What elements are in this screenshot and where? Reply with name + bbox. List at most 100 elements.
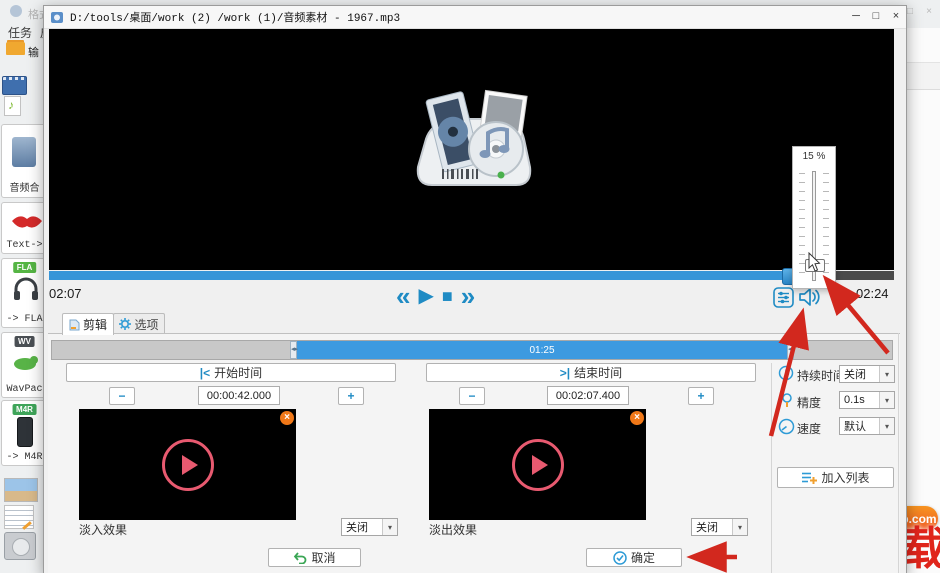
speed-dropdown[interactable]: 默认 ▾ — [839, 417, 895, 435]
duration-value: 关闭 — [840, 366, 879, 382]
play-icon[interactable]: ▶ — [418, 284, 433, 308]
precision-value: 0.1s — [840, 394, 879, 406]
add-to-list-button[interactable]: 加入列表 — [777, 467, 894, 488]
menu-item-tasks[interactable]: 任务 — [8, 24, 32, 41]
fade-in-preview[interactable]: × — [79, 409, 296, 520]
seek-bar-fill — [49, 271, 787, 280]
fade-in-play-icon[interactable] — [162, 439, 214, 491]
fade-in-value: 关闭 — [342, 519, 382, 535]
speed-label: 速度 — [797, 420, 821, 437]
seek-bar[interactable] — [49, 271, 894, 280]
ok-button[interactable]: 确定 — [586, 548, 682, 567]
dropdown-arrow-icon[interactable]: ▾ — [382, 519, 397, 535]
undo-icon — [293, 551, 307, 564]
volume-popup: 15 % — [792, 146, 836, 289]
background-close-icon[interactable]: × — [922, 6, 936, 17]
audio-join-icon — [12, 137, 36, 167]
volume-slider-thumb[interactable] — [805, 259, 825, 272]
set-start-time-label: 开始时间 — [214, 364, 262, 381]
sidebar-card-label: WavPac — [2, 384, 47, 395]
dropdown-arrow-icon[interactable]: ▾ — [732, 519, 747, 535]
flac-badge: FLA — [13, 262, 37, 273]
document-tool-icon[interactable] — [4, 505, 34, 529]
output-folder-label: 输 — [28, 44, 39, 60]
sidebar-card-audio-join[interactable]: 音频合 — [1, 124, 48, 198]
transport-controls: « ▶ ■ » — [396, 284, 475, 308]
wv-badge: WV — [14, 336, 35, 347]
tab-clip[interactable]: 剪辑 — [62, 313, 114, 335]
fade-out-value: 关闭 — [692, 519, 732, 535]
mixer-icon[interactable] — [773, 287, 794, 308]
cancel-button[interactable]: 取消 — [268, 548, 361, 567]
sidebar-card-to-m4r[interactable]: M4R -> M4R — [1, 400, 48, 466]
speaker-icon[interactable] — [798, 286, 821, 308]
bird-icon — [12, 355, 38, 371]
start-time-minus-button[interactable]: − — [109, 387, 135, 405]
dropdown-arrow-icon[interactable]: ▾ — [879, 366, 894, 382]
range-timeline[interactable]: 01:25 ◂▸ ◂▸ — [51, 340, 893, 360]
dialog-title: D:/tools/桌面/work (2) /work (1)/音频素材 - 19… — [70, 9, 400, 25]
fade-out-dropdown[interactable]: 关闭 ▾ — [691, 518, 748, 536]
duration-dropdown[interactable]: 关闭 ▾ — [839, 365, 895, 383]
dialog-titlebar[interactable]: D:/tools/桌面/work (2) /work (1)/音频素材 - 19… — [44, 6, 906, 29]
sidebar-card-label: Text-> — [2, 240, 47, 251]
fade-in-dropdown[interactable]: 关闭 ▾ — [341, 518, 398, 536]
dropdown-arrow-icon[interactable]: ▾ — [879, 392, 894, 408]
timeline-selection[interactable]: 01:25 — [297, 341, 787, 359]
audio-note-icon[interactable]: ♪ — [4, 96, 21, 116]
forward-icon[interactable]: » — [461, 284, 475, 308]
rewind-icon[interactable]: « — [396, 284, 410, 308]
picture-tool-icon[interactable] — [4, 478, 38, 502]
content-right-edge — [898, 333, 899, 573]
dropdown-arrow-icon[interactable]: ▾ — [879, 418, 894, 434]
headphones-icon — [13, 277, 39, 301]
end-time-plus-button[interactable]: + — [688, 387, 714, 405]
add-to-list-icon — [801, 471, 817, 485]
fade-in-label: 淡入效果 — [79, 521, 127, 538]
timeline-end-handle[interactable]: ◂▸ — [787, 341, 794, 359]
sidebar-card-text-to-speech[interactable]: Text-> — [1, 202, 48, 254]
sidebar-card-label: 音频合 — [2, 179, 47, 195]
fade-out-close-icon[interactable]: × — [630, 411, 644, 425]
jump-start-icon: |< — [200, 366, 210, 380]
start-time-input[interactable]: 00:00:42.000 — [198, 386, 280, 405]
sidebar-card-wavpack[interactable]: WV WavPac — [1, 332, 48, 398]
end-time-input[interactable]: 00:02:07.400 — [547, 386, 629, 405]
fade-out-preview[interactable]: × — [429, 409, 646, 520]
disc-tool-icon[interactable] — [4, 532, 36, 560]
elapsed-time: 02:07 — [49, 286, 82, 301]
minimize-icon[interactable]: ─ — [846, 9, 866, 25]
end-time-minus-button[interactable]: − — [459, 387, 485, 405]
clip-dialog: D:/tools/桌面/work (2) /work (1)/音频素材 - 19… — [43, 5, 907, 573]
add-to-list-label: 加入列表 — [821, 469, 869, 486]
fade-in-close-icon[interactable]: × — [280, 411, 294, 425]
timeline-start-handle[interactable]: ◂▸ — [290, 341, 297, 359]
phone-icon — [17, 417, 33, 447]
set-start-time-button[interactable]: |< 开始时间 — [66, 363, 396, 382]
clip-tab-icon — [69, 319, 80, 331]
video-filmstrip-icon[interactable] — [2, 76, 27, 95]
sidebar-card-to-flac[interactable]: FLA -> FLA — [1, 258, 48, 328]
close-icon[interactable]: × — [886, 9, 906, 25]
tab-options[interactable]: 选项 — [113, 313, 165, 334]
set-end-time-button[interactable]: >| 结束时间 — [426, 363, 756, 382]
tab-clip-label: 剪辑 — [83, 316, 107, 333]
video-preview[interactable] — [49, 29, 894, 270]
timeline-selection-label: 01:25 — [529, 345, 554, 356]
check-circle-icon — [613, 551, 627, 565]
precision-dropdown[interactable]: 0.1s ▾ — [839, 391, 895, 409]
sidebar-card-label: -> FLA — [2, 314, 47, 325]
screen: 格式工 □ × 任务 皮 输 ♪ 音频合 Text-> FLA -> FLA W… — [0, 0, 940, 573]
ok-label: 确定 — [631, 549, 655, 566]
tab-options-label: 选项 — [134, 316, 158, 333]
maximize-icon[interactable]: □ — [866, 9, 886, 25]
precision-label: 精度 — [797, 394, 821, 411]
stop-icon[interactable]: ■ — [442, 284, 453, 308]
output-folder-icon[interactable] — [6, 42, 25, 55]
fade-out-play-icon[interactable] — [512, 439, 564, 491]
volume-value: 15 % — [793, 151, 835, 162]
start-time-plus-button[interactable]: + — [338, 387, 364, 405]
pencil-icon — [22, 521, 32, 530]
lips-icon — [10, 213, 44, 231]
set-end-time-label: 结束时间 — [574, 364, 622, 381]
